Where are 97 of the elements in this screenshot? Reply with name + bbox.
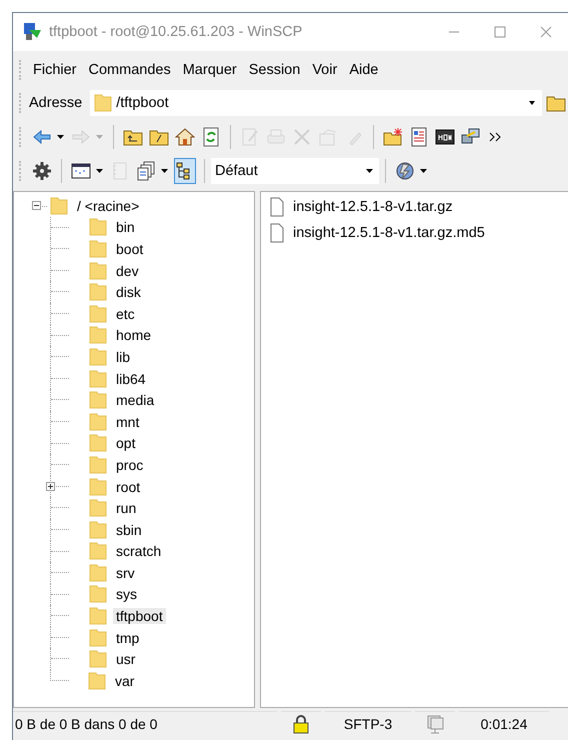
folder-icon bbox=[89, 520, 107, 540]
lock-icon bbox=[291, 714, 311, 734]
tree-item[interactable]: tmp bbox=[113, 630, 142, 646]
address-label: Adresse bbox=[29, 95, 82, 111]
settings-icon[interactable] bbox=[32, 161, 52, 181]
tree-item[interactable]: lib bbox=[113, 348, 134, 365]
tree-item[interactable]: scratch bbox=[113, 543, 164, 560]
tree-item[interactable]: / <racine> bbox=[74, 198, 142, 214]
copies-icon[interactable] bbox=[136, 161, 156, 181]
tree-line bbox=[51, 507, 69, 508]
document-icon[interactable] bbox=[409, 127, 429, 147]
tree-line bbox=[51, 399, 69, 400]
status-text: SFTP-3 bbox=[344, 716, 392, 732]
folder-icon bbox=[89, 541, 107, 562]
file-name[interactable]: insight-12.5.1-8-v1.tar.gz.md5 bbox=[293, 225, 485, 241]
tree-item[interactable]: run bbox=[113, 500, 140, 516]
dropdown-arrow-icon[interactable] bbox=[528, 99, 536, 107]
folder-icon bbox=[89, 562, 107, 583]
tree-line bbox=[51, 615, 69, 616]
folder-icon bbox=[89, 304, 107, 324]
dropdown-arrow-icon[interactable] bbox=[96, 169, 103, 173]
menu-item[interactable]: Session bbox=[242, 62, 306, 78]
menu-item[interactable]: Fichier bbox=[29, 62, 83, 78]
tree-line bbox=[51, 658, 69, 660]
folder-icon bbox=[89, 368, 107, 389]
tree-line bbox=[51, 572, 69, 574]
folder-icon bbox=[89, 628, 107, 648]
tree-item[interactable]: root bbox=[113, 478, 144, 495]
tree-item[interactable]: sbin bbox=[113, 522, 145, 538]
network-icon bbox=[425, 714, 445, 734]
folder-icon bbox=[89, 346, 107, 367]
menu-item[interactable]: Voir bbox=[306, 62, 344, 78]
new-folder-icon[interactable] bbox=[383, 127, 403, 147]
tree-item[interactable]: boot bbox=[113, 240, 146, 257]
folder-icon bbox=[89, 606, 107, 626]
file-icon bbox=[269, 223, 285, 243]
menu-item[interactable]: Commandes bbox=[82, 62, 177, 78]
file-name[interactable]: insight-12.5.1-8-v1.tar.gz bbox=[293, 199, 453, 215]
tree-item[interactable]: lib64 bbox=[113, 370, 149, 387]
folder-icon bbox=[89, 476, 107, 497]
tree-item[interactable]: usr bbox=[113, 651, 138, 668]
tree-item[interactable]: sys bbox=[113, 586, 140, 602]
view-dropdown[interactable]: Défaut bbox=[211, 158, 379, 184]
dropdown-arrow-icon[interactable] bbox=[420, 169, 427, 173]
tree-item[interactable]: disk bbox=[113, 284, 144, 300]
tree-line bbox=[51, 356, 69, 358]
folder-icon bbox=[89, 649, 107, 670]
folder-icon bbox=[88, 670, 106, 691]
tree-line bbox=[51, 528, 69, 530]
expand-icon[interactable] bbox=[46, 482, 55, 492]
tree-item[interactable]: bin bbox=[113, 219, 138, 236]
folder-icon bbox=[89, 454, 107, 475]
globe-icon[interactable] bbox=[395, 161, 415, 181]
tree-item[interactable]: dev bbox=[113, 262, 142, 279]
refresh-icon[interactable] bbox=[201, 127, 221, 147]
tree-line bbox=[51, 420, 69, 422]
status-text: 0:01:24 bbox=[480, 716, 528, 732]
tree-line bbox=[51, 248, 69, 250]
dropdown-arrow-icon[interactable] bbox=[57, 135, 64, 139]
app-icon bbox=[23, 22, 43, 42]
folder-icon bbox=[89, 282, 107, 302]
tree-item[interactable]: mnt bbox=[113, 414, 142, 430]
file-icon bbox=[269, 197, 285, 217]
terminal-icon[interactable] bbox=[435, 127, 455, 147]
address-field[interactable]: /tftpboot bbox=[90, 90, 542, 116]
tree-item[interactable]: proc bbox=[113, 456, 146, 473]
folder-icon bbox=[89, 325, 107, 346]
folder-icon bbox=[50, 196, 68, 216]
tree-item[interactable]: media bbox=[113, 392, 158, 408]
tree-line bbox=[51, 291, 69, 292]
status-text: 0 B de 0 B dans 0 de 0 bbox=[15, 716, 158, 732]
tree-line bbox=[51, 464, 69, 466]
dropdown-arrow-icon[interactable] bbox=[161, 169, 168, 173]
folder-icon bbox=[89, 217, 107, 238]
window-icon[interactable] bbox=[71, 161, 91, 181]
collapse-icon[interactable] bbox=[32, 201, 41, 210]
folder-icon bbox=[94, 93, 112, 113]
folder-icon bbox=[89, 260, 107, 281]
dropdown-arrow-icon[interactable] bbox=[366, 169, 373, 173]
folder-icon bbox=[89, 498, 107, 518]
home-icon[interactable] bbox=[175, 127, 195, 147]
back-arrow-icon[interactable] bbox=[32, 127, 52, 147]
tree-item[interactable]: tftpboot bbox=[113, 608, 166, 624]
window-title: tftpboot - root@10.25.61.203 - WinSCP bbox=[49, 24, 304, 40]
folder-icon bbox=[89, 412, 107, 432]
tree-line bbox=[51, 312, 69, 314]
menu-item[interactable]: Marquer bbox=[176, 62, 243, 78]
tree-item[interactable]: home bbox=[113, 327, 154, 344]
tree-item[interactable]: srv bbox=[113, 564, 138, 581]
menu-item[interactable]: Aide bbox=[343, 62, 384, 78]
folder-icon bbox=[89, 238, 107, 259]
tree-item[interactable]: opt bbox=[113, 435, 138, 452]
folder-icon bbox=[89, 433, 107, 454]
folder-icon bbox=[89, 584, 107, 604]
folder-icon bbox=[89, 390, 107, 410]
tree-item[interactable]: etc bbox=[113, 306, 138, 322]
tree-item[interactable]: var bbox=[112, 672, 138, 689]
